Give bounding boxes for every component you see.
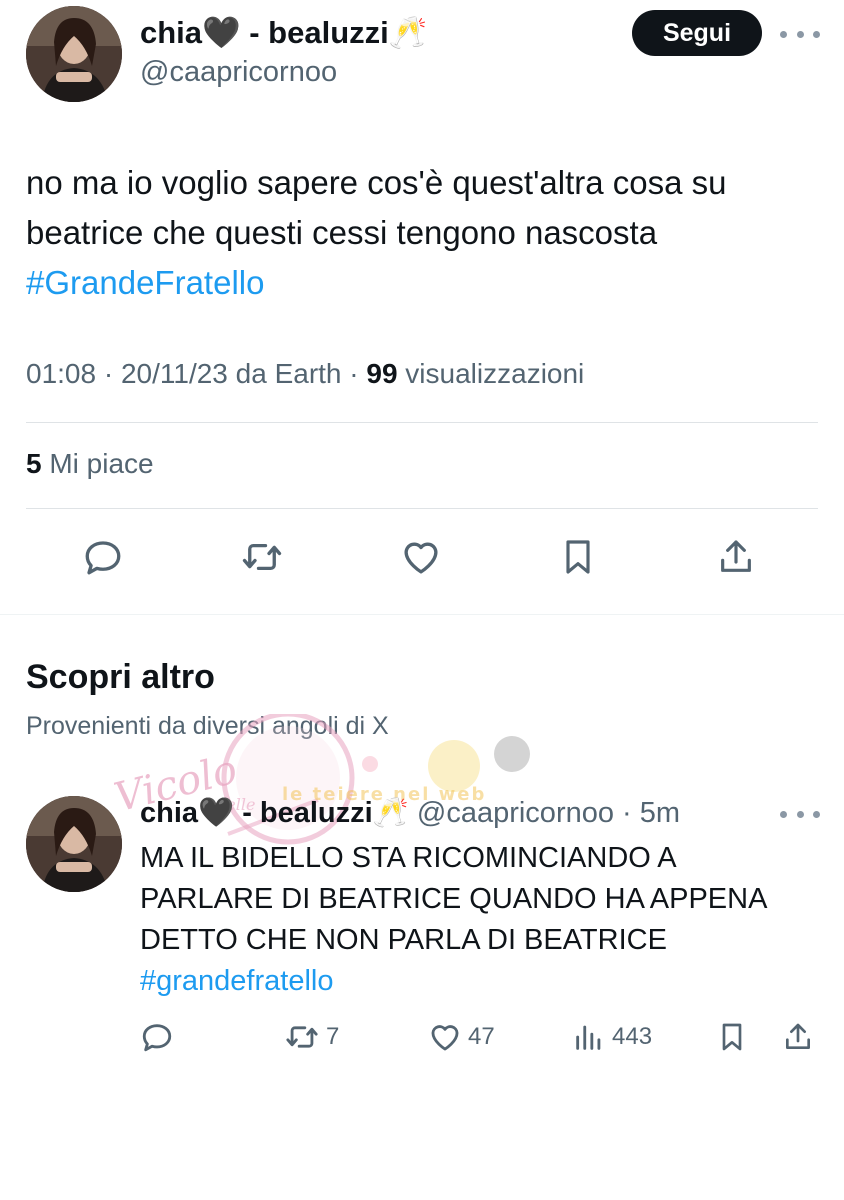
avatar-image	[26, 6, 122, 102]
likes-label: Mi piace	[41, 448, 154, 479]
retweet-button[interactable]	[240, 536, 284, 578]
reply-header[interactable]: chia🖤 - bealuzzi🥂 @caapricornoo · 5m	[140, 796, 680, 830]
timestamp-source[interactable]: 01:08 · 20/11/23 da Earth ·	[26, 358, 366, 389]
reply-like-button[interactable]: 47	[428, 1020, 495, 1054]
reply-text-line: MA IL BIDELLO STA RICOMINCIANDO A	[140, 842, 677, 874]
follow-button[interactable]: Segui	[632, 10, 762, 56]
reply-views-button[interactable]: 443	[572, 1020, 652, 1054]
views-label: visualizzazioni	[397, 358, 585, 389]
views-count: 99	[366, 358, 398, 389]
reply-text-line: PARLARE DI BEATRICE QUANDO HA APPENA	[140, 883, 768, 915]
reply-icon	[142, 1024, 172, 1052]
likes-count: 5	[26, 448, 42, 479]
tweet-meta: 01:08 · 20/11/23 da Earth · 99 visualizz…	[26, 358, 584, 390]
reply-share-button[interactable]	[782, 1020, 814, 1054]
avatar[interactable]	[26, 6, 122, 102]
divider	[26, 508, 818, 509]
share-icon	[721, 540, 751, 572]
tweet-text: no ma io voglio sapere cos'è quest'altra…	[26, 158, 826, 308]
bookmark-icon	[722, 1023, 742, 1051]
hashtag-link[interactable]: #GrandeFratello	[26, 258, 826, 308]
more-options-icon[interactable]	[780, 26, 820, 42]
share-icon	[786, 1023, 810, 1049]
bookmark-button[interactable]	[558, 536, 598, 578]
views-icon	[576, 1025, 601, 1050]
reply-bookmark-button[interactable]	[716, 1020, 748, 1054]
share-button[interactable]	[716, 536, 756, 578]
retweet-icon	[242, 543, 282, 571]
reply-more-options-icon[interactable]	[780, 806, 820, 822]
avatar-image	[26, 796, 122, 892]
reply-text: MA IL BIDELLO STA RICOMINCIANDO A PARLAR…	[140, 838, 830, 1002]
reply-display-name[interactable]: chia🖤 - bealuzzi🥂	[140, 797, 409, 829]
like-button[interactable]	[400, 536, 442, 578]
like-icon	[431, 1025, 459, 1051]
reply-handle-time[interactable]: @caapricornoo · 5m	[409, 797, 680, 829]
likes-summary[interactable]: 5 Mi piace	[26, 448, 154, 480]
section-separator	[0, 614, 844, 615]
discover-title: Scopri altro	[26, 658, 215, 696]
tweet-text-line: beatrice che questi cessi tengono nascos…	[26, 214, 658, 251]
reply-reply-button[interactable]	[140, 1020, 174, 1054]
reply-icon	[85, 541, 121, 575]
display-name[interactable]: chia🖤 - bealuzzi🥂	[140, 14, 427, 51]
avatar[interactable]	[26, 796, 122, 892]
divider	[26, 422, 818, 423]
reply-text-line: DETTO CHE NON PARLA DI BEATRICE	[140, 924, 667, 956]
reply-button[interactable]	[82, 536, 124, 578]
reply-hashtag-link[interactable]: #grandefratello	[140, 961, 830, 1002]
user-handle[interactable]: @caapricornoo	[140, 56, 337, 89]
like-icon	[404, 542, 438, 574]
tweet-text-line: no ma io voglio sapere cos'è quest'altra…	[26, 164, 727, 201]
retweet-icon	[286, 1026, 318, 1048]
retweet-count: 7	[326, 1023, 340, 1050]
bookmark-icon	[566, 540, 590, 574]
discover-subtitle: Provenienti da diversi angoli di X	[26, 712, 389, 740]
reply-retweet-button[interactable]: 7	[284, 1020, 339, 1054]
like-count: 47	[468, 1023, 495, 1050]
views-count: 443	[612, 1023, 653, 1050]
